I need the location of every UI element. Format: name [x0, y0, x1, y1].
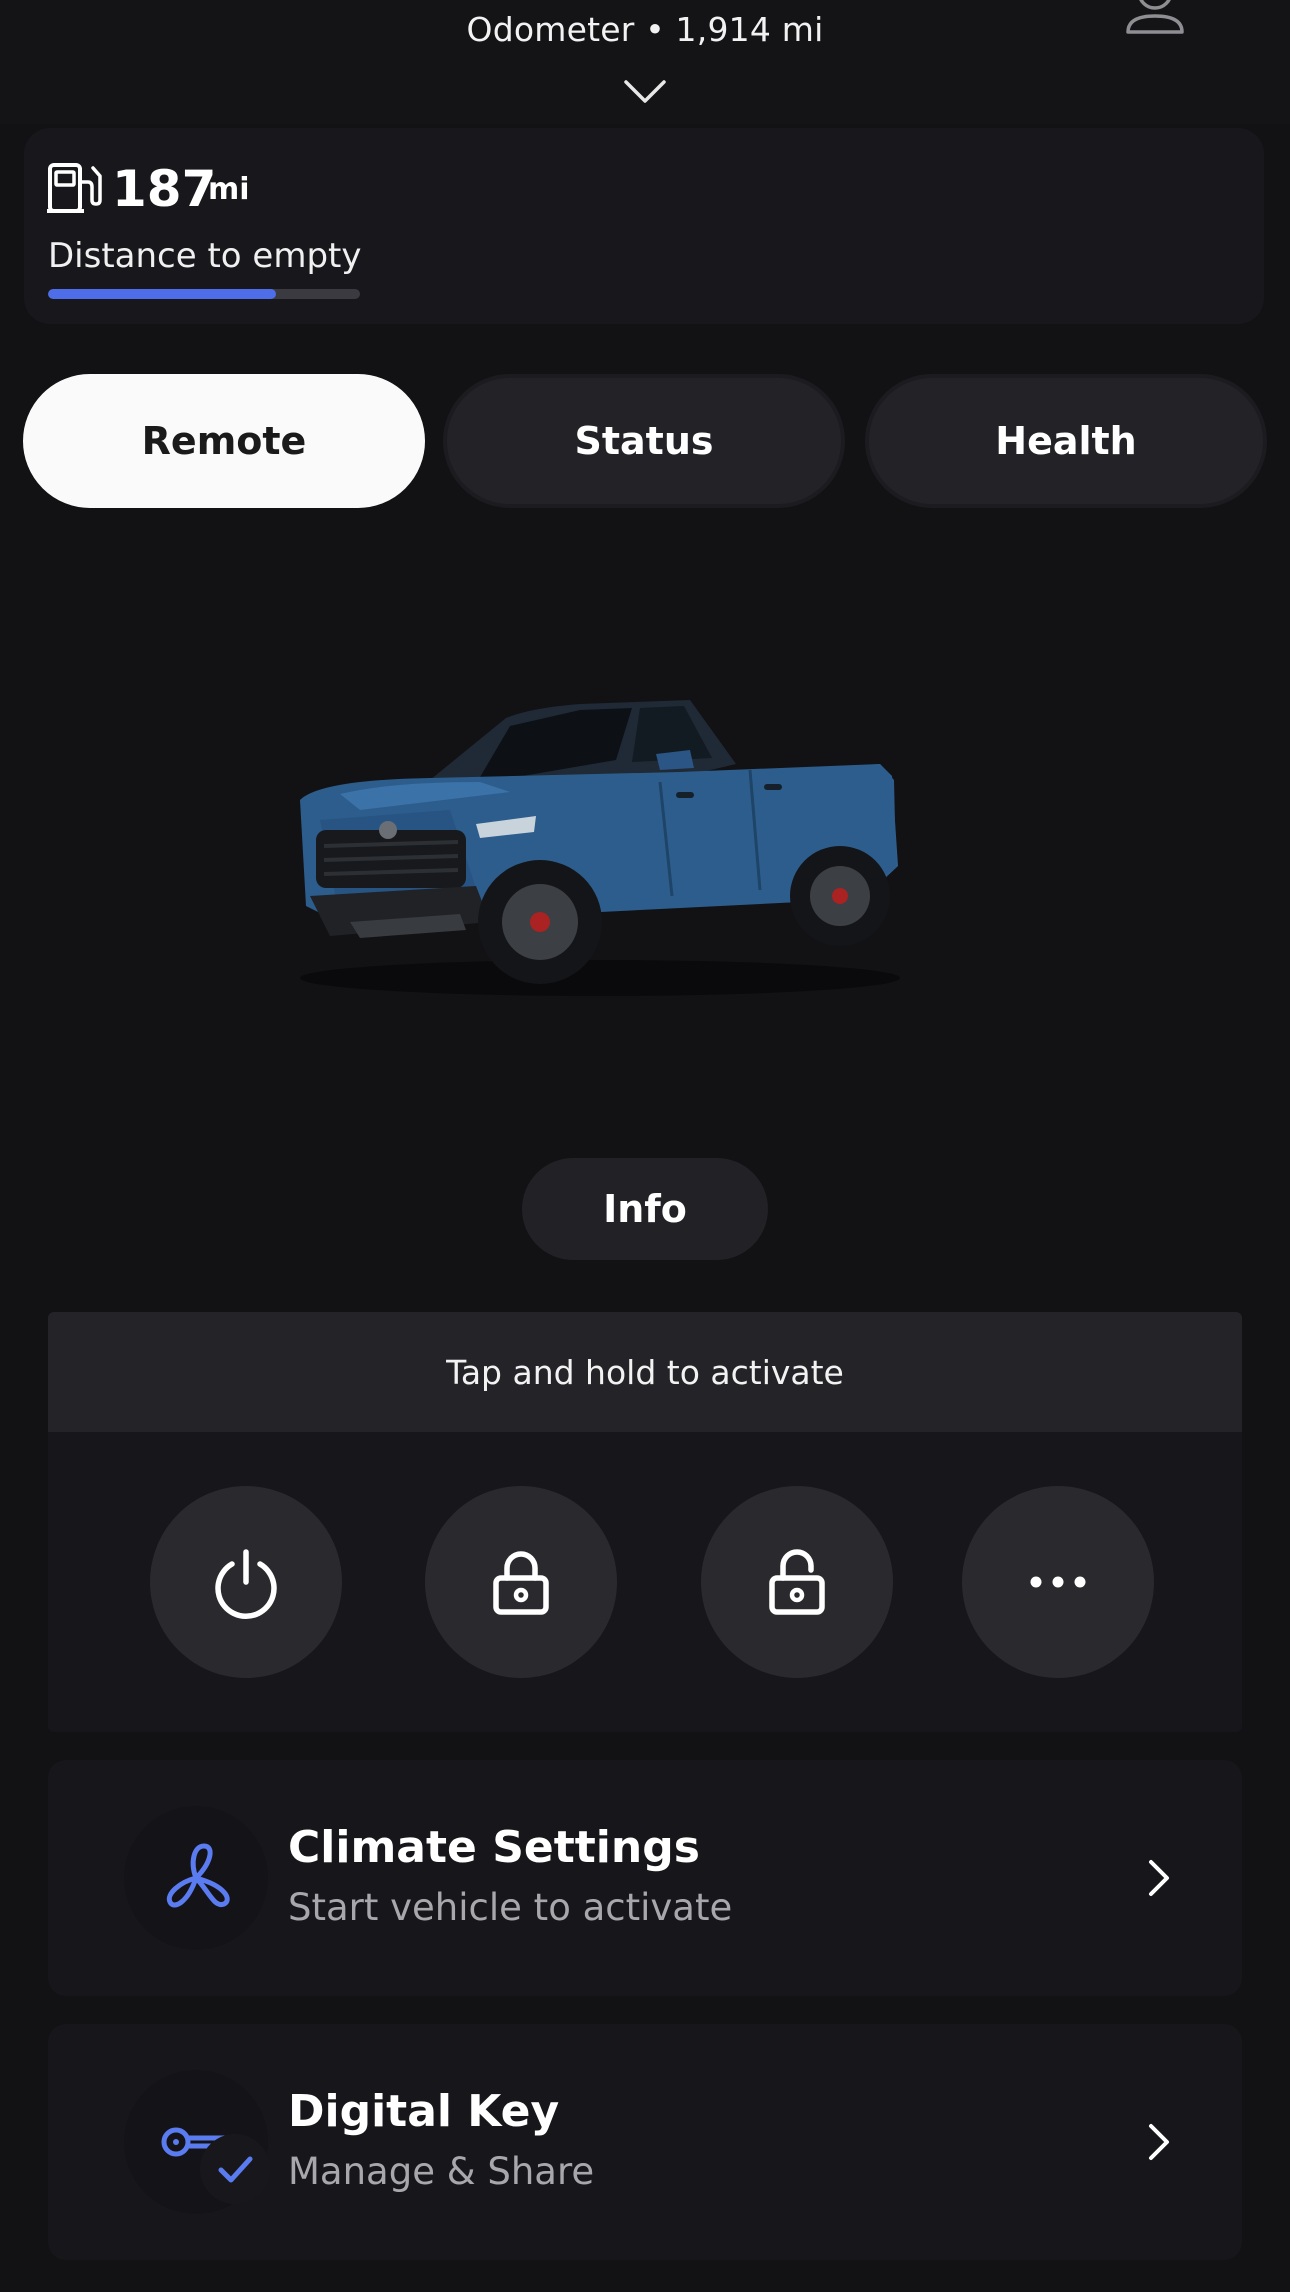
range-value: 187: [112, 160, 217, 218]
fuel-level-fill: [48, 289, 276, 299]
digital-key-title: Digital Key: [288, 2086, 560, 2137]
range-label: Distance to empty: [48, 236, 362, 276]
chevron-down-icon[interactable]: [623, 78, 667, 106]
chevron-right-icon: [1149, 2124, 1169, 2160]
lock-button[interactable]: [425, 1486, 617, 1678]
fan-icon: [166, 1843, 230, 1908]
unlock-button[interactable]: [701, 1486, 893, 1678]
lock-icon: [493, 1551, 549, 1615]
climate-settings-card[interactable]: Climate Settings Start vehicle to activa…: [48, 1760, 1242, 1996]
remote-start-button[interactable]: [150, 1486, 342, 1678]
fuel-pump-icon: [47, 163, 102, 213]
climate-title: Climate Settings: [288, 1822, 700, 1873]
range-unit: mi: [208, 172, 250, 207]
more-icon: [1030, 1576, 1086, 1588]
fuel-level-bar: [48, 289, 360, 299]
profile-icon[interactable]: [1122, 0, 1188, 36]
chevron-right-icon: [1149, 1860, 1169, 1896]
odometer-readout[interactable]: Odometer • 1,914 mi: [0, 10, 1290, 49]
header: Odometer • 1,914 mi: [0, 0, 1290, 124]
climate-icon-wrap: [124, 1806, 268, 1950]
fuel-range-card[interactable]: 187 mi Distance to empty: [24, 128, 1264, 324]
vehicle-image: [300, 700, 900, 996]
remote-hint: Tap and hold to activate: [48, 1312, 1242, 1432]
check-icon: [218, 2156, 253, 2183]
tab-remote[interactable]: Remote: [23, 374, 425, 508]
key-active-badge: [200, 2134, 270, 2204]
remote-actions-panel: Tap and hold to activate: [48, 1312, 1242, 1732]
climate-subtitle: Start vehicle to activate: [288, 1886, 733, 1929]
vehicle-info-button[interactable]: Info: [522, 1158, 768, 1260]
more-actions-button[interactable]: [962, 1486, 1154, 1678]
digital-key-card[interactable]: Digital Key Manage & Share: [48, 2024, 1242, 2260]
power-icon: [215, 1549, 277, 1619]
tab-status[interactable]: Status: [443, 374, 845, 508]
vehicle-remote-screen: Odometer • 1,914 mi 187 mi Distance to e…: [0, 0, 1290, 2292]
unlock-icon: [769, 1549, 825, 1615]
tab-health[interactable]: Health: [865, 374, 1267, 508]
digital-key-subtitle: Manage & Share: [288, 2150, 595, 2193]
